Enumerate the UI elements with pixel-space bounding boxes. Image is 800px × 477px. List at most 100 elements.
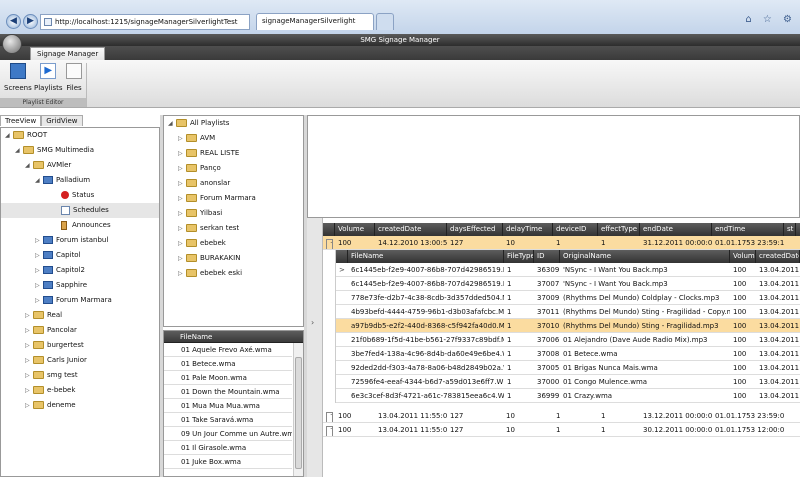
expand-icon[interactable]: ▷ — [25, 368, 33, 383]
expand-icon[interactable]: ▷ — [178, 146, 186, 161]
tree-node-avmler[interactable]: ◢ AVMler — [1, 158, 159, 173]
expand-icon[interactable]: ▷ — [178, 251, 186, 266]
expand-icon[interactable]: ▷ — [35, 293, 43, 308]
files-scrollbar[interactable] — [293, 343, 303, 476]
col-header[interactable]: endDate — [640, 223, 712, 236]
tree-node-deneme[interactable]: ▷ deneme — [1, 398, 159, 413]
expand-icon[interactable]: ▷ — [178, 266, 186, 281]
playlist-item[interactable]: ▷ Yilbasi — [164, 206, 303, 221]
app-menu-orb-icon[interactable] — [2, 34, 22, 54]
tab-gridview[interactable]: GridView — [41, 115, 83, 126]
browser-tab-active[interactable]: signageManagerSilverlight — [256, 13, 374, 30]
col-header[interactable]: OriginalName — [560, 250, 730, 263]
expand-icon[interactable]: ▷ — [35, 248, 43, 263]
subgrid-row[interactable]: 3be7fed4-138a-4c96-8d4b-da60e49e6be4.WMA… — [336, 347, 800, 361]
expand-icon[interactable]: ▷ — [178, 236, 186, 251]
subgrid-row[interactable]: 4b93befd-4444-4759-96b1-d3b03afafcbc.MP3… — [336, 305, 800, 319]
address-bar[interactable]: http://localhost:1215/signageManagerSilv… — [40, 14, 250, 30]
playlist-item[interactable]: ▷ serkan test — [164, 221, 303, 236]
collapse-icon[interactable]: ◢ — [168, 116, 176, 131]
playlist-item[interactable]: ▷ Panço — [164, 161, 303, 176]
forward-button[interactable]: ▶ — [23, 14, 38, 29]
browser-tools-icons[interactable]: ⌂ ☆ ⚙ — [745, 14, 796, 25]
table-row[interactable]: +100 13.04.2011 11:55:01127 10 1 1 30.12.2011… — [323, 423, 800, 437]
file-row[interactable]: 09 Un Jour Comme un Autre.wma — [164, 427, 292, 441]
subgrid-row[interactable]: 21f0b689-1f5d-41be-b561-27f9337c89bdf.MP… — [336, 333, 800, 347]
tree-node-pancolar[interactable]: ▷ Pancolar — [1, 323, 159, 338]
subgrid-row[interactable]: 6e3c3cef-8d3f-4721-a61c-783815eea6c4.WMA… — [336, 389, 800, 403]
expand-icon[interactable]: ▷ — [178, 191, 186, 206]
playlist-item[interactable]: ▷ BURAKAKIN — [164, 251, 303, 266]
col-header[interactable]: createdDate — [375, 223, 447, 236]
tree-node-announces[interactable]: Announces — [1, 218, 159, 233]
playlists-button[interactable]: ▶ Playlists — [34, 63, 63, 92]
tree-node-real[interactable]: ▷ Real — [1, 308, 159, 323]
playlist-item[interactable]: ▷ ebebek eski — [164, 266, 303, 281]
file-row[interactable]: 01 Juke Box.wma — [164, 455, 292, 469]
new-tab-button[interactable] — [376, 13, 394, 30]
playlist-item[interactable]: ▷ ebebek — [164, 236, 303, 251]
tree-node-capitol[interactable]: ▷ Capitol — [1, 248, 159, 263]
subgrid-row[interactable]: 72596fe4-eeaf-4344-b6d7-a59d013e6ff7.WMA… — [336, 375, 800, 389]
tree-node-smg-multimedia[interactable]: ◢ SMG Multimedia — [1, 143, 159, 158]
file-row[interactable]: 01 Aquele Frevo Axé.wma — [164, 343, 292, 357]
expand-icon[interactable]: ▷ — [25, 383, 33, 398]
col-header[interactable]: effectType — [598, 223, 640, 236]
subgrid-row[interactable]: 6c1445eb-f2e9-4007-86b8-707d42986519.MP3… — [336, 277, 800, 291]
playlist-item[interactable]: ▷ Forum Marmara — [164, 191, 303, 206]
playlist-item[interactable]: ▷ AVM — [164, 131, 303, 146]
tree-node-carls-junior[interactable]: ▷ Carls Junior — [1, 353, 159, 368]
tree-node-status[interactable]: Status — [1, 188, 159, 203]
tree-node-root[interactable]: ◢ ROOT — [1, 128, 159, 143]
subgrid-row[interactable]: 92ded2dd-f303-4a78-8a06-b48d2849b02a.WMA… — [336, 361, 800, 375]
collapse-row-icon[interactable]: − — [326, 239, 333, 249]
tree-node-palladium[interactable]: ◢ Palladium — [1, 173, 159, 188]
expand-row-icon[interactable]: + — [326, 412, 333, 422]
expand-icon[interactable]: ▷ — [25, 353, 33, 368]
col-header[interactable]: FileName — [348, 250, 504, 263]
col-header[interactable]: Volume — [335, 223, 375, 236]
expand-icon[interactable]: ▷ — [25, 338, 33, 353]
expand-icon[interactable]: ▷ — [178, 206, 186, 221]
tree-node-burgertest[interactable]: ▷ burgertest — [1, 338, 159, 353]
col-header[interactable]: FileType — [504, 250, 534, 263]
expand-icon[interactable]: ▷ — [178, 176, 186, 191]
files-header[interactable]: FileName — [164, 331, 303, 343]
col-header[interactable]: st — [784, 223, 796, 236]
tab-treeview[interactable]: TreeView — [0, 115, 42, 126]
expand-icon[interactable]: ▷ — [25, 398, 33, 413]
file-row[interactable]: 01 Take Saravá.wma — [164, 413, 292, 427]
file-row[interactable]: 01 Down the Mountain.wma — [164, 385, 292, 399]
collapse-icon[interactable]: ◢ — [15, 143, 23, 158]
scroll-thumb[interactable] — [295, 357, 302, 469]
tree-node-forum-marmara[interactable]: ▷ Forum Marmara — [1, 293, 159, 308]
collapse-icon[interactable]: ◢ — [35, 173, 43, 188]
back-button[interactable]: ◀ — [6, 14, 21, 29]
col-header[interactable]: Volume — [730, 250, 756, 263]
subgrid-row[interactable]: 778e73fe-d2b7-4c38-8cdb-3d357dded504.MP3… — [336, 291, 800, 305]
playlist-item[interactable]: ▷ REAL LISTE — [164, 146, 303, 161]
col-header[interactable]: deviceID — [553, 223, 598, 236]
tree-node-e-bebek[interactable]: ▷ e-bebek — [1, 383, 159, 398]
col-header[interactable]: ID — [534, 250, 560, 263]
tree-node-sapphire[interactable]: ▷ Sapphire — [1, 278, 159, 293]
expand-icon[interactable]: ▷ — [25, 323, 33, 338]
col-header[interactable]: delayTime — [503, 223, 553, 236]
file-row[interactable]: 01 Betece.wma — [164, 357, 292, 371]
expand-icon[interactable]: ▷ — [25, 308, 33, 323]
collapse-icon[interactable]: ◢ — [5, 128, 13, 143]
col-header[interactable]: endTime — [712, 223, 784, 236]
table-row[interactable]: +100 13.04.2011 11:55:01127 10 1 1 13.12.2011… — [323, 409, 800, 423]
expand-icon[interactable]: ▷ — [35, 278, 43, 293]
col-header[interactable]: createdDate — [756, 250, 800, 263]
subgrid-row[interactable]: >6c1445eb-f2e9-4007-86b8-707d42986519.MP… — [336, 263, 800, 277]
expand-icon[interactable]: ▷ — [178, 221, 186, 236]
playlist-root[interactable]: ◢ All Playlists — [164, 116, 303, 131]
expand-icon[interactable]: ▷ — [178, 161, 186, 176]
subgrid-row-selected[interactable]: a97b9db5-e2f2-440d-8368-c5f942fa40d0.MP3… — [336, 319, 800, 333]
screens-button[interactable]: Screens — [4, 63, 32, 92]
file-row[interactable]: 01 Mua Mua Mua.wma — [164, 399, 292, 413]
collapse-icon[interactable]: ◢ — [25, 158, 33, 173]
table-row[interactable]: −100 14.12.2010 13:00:51127 10 1 1 31.12.2011… — [323, 236, 800, 250]
expand-icon[interactable]: ▷ — [35, 263, 43, 278]
